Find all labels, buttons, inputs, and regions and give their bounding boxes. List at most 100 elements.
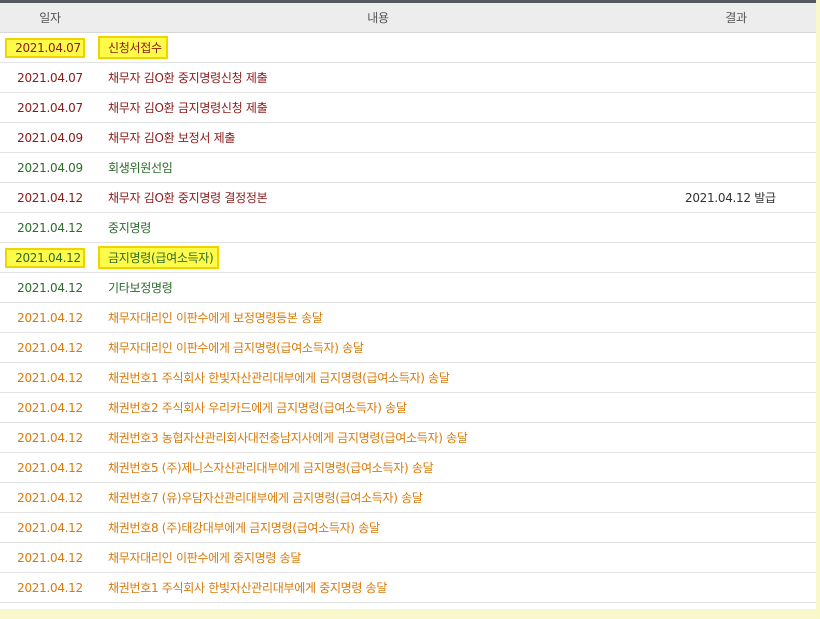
case-history-panel: 일자 내용 결과 2021.04.07 신청서접수 2021.04.07 채무자 김O… [0,0,816,609]
row-date-cell: 2021.04.12 [0,453,100,483]
row-result-cell [656,273,816,303]
row-result-cell [656,153,816,183]
row-date: 2021.04.09 [17,130,83,145]
table-row: 2021.04.12 채권번호5 (주)제니스자산관리대부에게 금지명령(급여소득… [0,453,816,483]
row-date: 2021.04.07 [17,70,83,85]
row-date: 2021.04.12 [17,370,83,385]
row-date: 2021.04.12 [5,247,85,268]
row-result-cell [656,33,816,63]
row-result-cell [656,513,816,543]
row-date-cell: 2021.04.12 [0,333,100,363]
table-row: 2021.04.07 채무자 김O환 금지명령신청 제출 [0,93,816,123]
row-date: 2021.04.12 [17,430,83,445]
row-content-cell: 중지명령 [100,213,656,243]
row-date-cell: 2021.04.12 [0,513,100,543]
row-date: 2021.04.12 [17,190,83,205]
table-body: 2021.04.07 신청서접수 2021.04.07 채무자 김O환 중지명령신청 … [0,33,816,603]
row-content-cell: 채권번호1 주식회사 한빛자산관리대부에게 중지명령 송달 [100,573,656,603]
header-row: 일자 내용 결과 [0,0,816,33]
row-content: 채권번호2 주식회사 우리카드에게 금지명령(급여소득자) 송달 [108,401,407,415]
row-content: 채권번호7 (유)우담자산관리대부에게 금지명령(급여소득자) 송달 [108,491,423,505]
row-date-cell: 2021.04.12 [0,423,100,453]
row-content: 채무자 김O환 보정서 제출 [108,131,236,145]
column-header-content: 내용 [100,0,656,33]
row-content: 채권번호5 (주)제니스자산관리대부에게 금지명령(급여소득자) 송달 [108,461,434,475]
row-date-cell: 2021.04.07 [0,63,100,93]
row-result-cell [656,453,816,483]
table-row: 2021.04.07 신청서접수 [0,33,816,63]
row-date-cell: 2021.04.12 [0,273,100,303]
row-content-cell: 금지명령(급여소득자) [97,243,656,273]
row-result-cell [656,93,816,123]
row-result-cell [656,543,816,573]
row-content-cell: 채무자 김O환 중지명령 결정정본 [100,183,656,213]
row-content-cell: 채권번호5 (주)제니스자산관리대부에게 금지명령(급여소득자) 송달 [100,453,656,483]
row-date-cell: 2021.04.09 [0,153,100,183]
row-date-cell: 2021.04.12 [0,393,100,423]
row-date-cell: 2021.04.09 [0,123,100,153]
column-header-date: 일자 [0,0,100,33]
row-result-cell [656,333,816,363]
row-date: 2021.04.12 [17,460,83,475]
table-row: 2021.04.12 채무자대리인 이판수에게 보정명령등본 송달 [0,303,816,333]
row-content: 채권번호3 농협자산관리회사대전충남지사에게 금지명령(급여소득자) 송달 [108,431,468,445]
row-content-cell: 채무자대리인 이판수에게 중지명령 송달 [100,543,656,573]
row-result: 2021.04.12 발급 [685,191,776,205]
row-content: 채무자 김O환 중지명령신청 제출 [108,71,268,85]
row-content-cell: 기타보정명령 [100,273,656,303]
row-date-cell: 2021.04.12 [0,573,100,603]
row-date: 2021.04.12 [17,550,83,565]
row-date: 2021.04.12 [17,280,83,295]
table-row: 2021.04.12 채무자대리인 이판수에게 금지명령(급여소득자) 송달 [0,333,816,363]
row-date-cell: 2021.04.07 [0,93,100,123]
row-date-cell: 2021.04.12 [0,183,100,213]
row-result-cell [656,423,816,453]
row-content: 채무자 김O환 중지명령 결정정본 [108,191,268,205]
table-row: 2021.04.12 채권번호2 주식회사 우리카드에게 금지명령(급여소득자) … [0,393,816,423]
row-date-cell: 2021.04.12 [0,303,100,333]
row-result-cell [656,123,816,153]
row-content: 금지명령(급여소득자) [97,246,220,269]
table-row: 2021.04.12 금지명령(급여소득자) [0,243,816,273]
table-row: 2021.04.09 회생위원선임 [0,153,816,183]
row-date: 2021.04.12 [17,220,83,235]
row-content: 기타보정명령 [108,281,173,295]
row-content: 채권번호1 주식회사 한빛자산관리대부에게 금지명령(급여소득자) 송달 [108,371,450,385]
table-row: 2021.04.09 채무자 김O환 보정서 제출 [0,123,816,153]
table-row: 2021.04.12 중지명령 [0,213,816,243]
row-content-cell: 회생위원선임 [100,153,656,183]
row-content-cell: 채무자대리인 이판수에게 금지명령(급여소득자) 송달 [100,333,656,363]
row-content-cell: 채무자대리인 이판수에게 보정명령등본 송달 [100,303,656,333]
row-date: 2021.04.12 [17,340,83,355]
table-row: 2021.04.12 채무자 김O환 중지명령 결정정본 2021.04.12 발급 [0,183,816,213]
table-header: 일자 내용 결과 [0,0,816,33]
row-result-cell [656,483,816,513]
row-content-cell: 채무자 김O환 중지명령신청 제출 [100,63,656,93]
table-row: 2021.04.07 채무자 김O환 중지명령신청 제출 [0,63,816,93]
table-row: 2021.04.12 채무자대리인 이판수에게 중지명령 송달 [0,543,816,573]
row-date: 2021.04.07 [5,37,85,58]
row-content: 채무자 김O환 금지명령신청 제출 [108,101,268,115]
row-content: 채권번호8 (주)태강대부에게 금지명령(급여소득자) 송달 [108,521,380,535]
row-result-cell [656,213,816,243]
case-history-table: 일자 내용 결과 2021.04.07 신청서접수 2021.04.07 채무자 김O… [0,0,816,603]
row-content: 회생위원선임 [108,161,173,175]
row-result-cell [656,303,816,333]
row-content-cell: 채무자 김O환 보정서 제출 [100,123,656,153]
row-date: 2021.04.12 [17,520,83,535]
row-date-cell: 2021.04.12 [0,243,100,273]
row-content-cell: 채무자 김O환 금지명령신청 제출 [100,93,656,123]
row-content-cell: 채권번호1 주식회사 한빛자산관리대부에게 금지명령(급여소득자) 송달 [100,363,656,393]
row-content-cell: 채권번호3 농협자산관리회사대전충남지사에게 금지명령(급여소득자) 송달 [100,423,656,453]
row-date: 2021.04.12 [17,490,83,505]
column-header-result: 결과 [656,0,816,33]
row-content-cell: 채권번호7 (유)우담자산관리대부에게 금지명령(급여소득자) 송달 [100,483,656,513]
row-date-cell: 2021.04.12 [0,483,100,513]
row-result-cell [656,393,816,423]
table-row: 2021.04.12 채권번호1 주식회사 한빛자산관리대부에게 금지명령(급여소… [0,363,816,393]
row-content: 채권번호1 주식회사 한빛자산관리대부에게 중지명령 송달 [108,581,388,595]
row-date: 2021.04.12 [17,580,83,595]
row-result-cell [656,573,816,603]
table-row: 2021.04.12 채권번호1 주식회사 한빛자산관리대부에게 중지명령 송달 [0,573,816,603]
table-row: 2021.04.12 채권번호8 (주)태강대부에게 금지명령(급여소득자) 송달 [0,513,816,543]
